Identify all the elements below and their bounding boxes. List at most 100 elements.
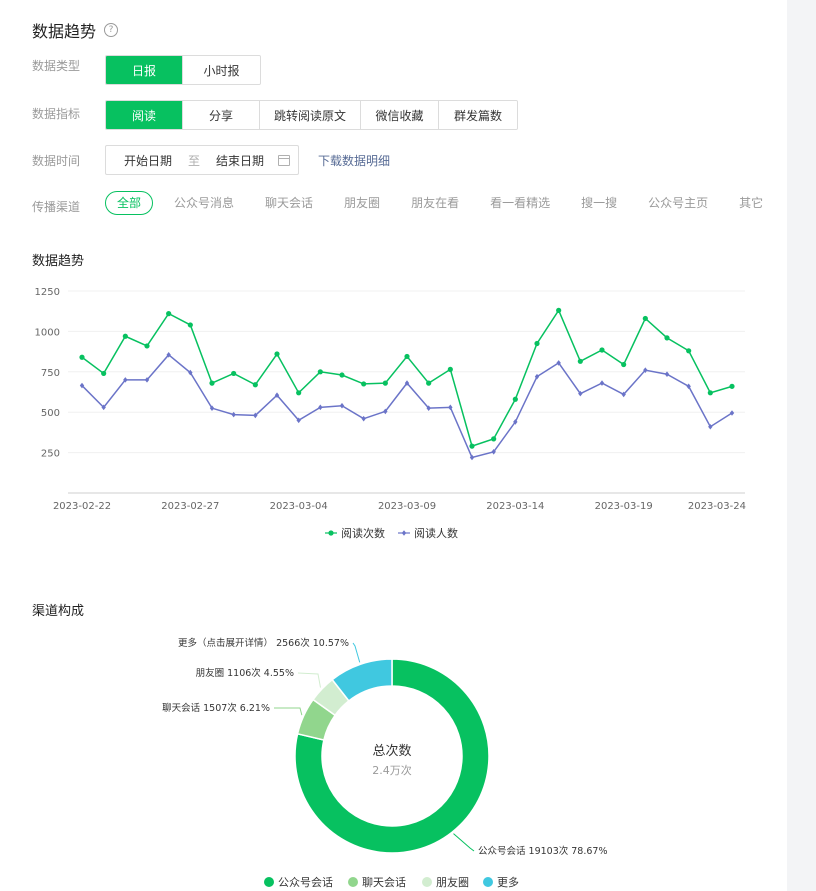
end-date-input[interactable]: 结束日期 <box>216 152 264 169</box>
legend-slice-marker <box>264 877 274 887</box>
page-header: 数据趋势 ? <box>32 18 119 42</box>
y-tick-label: 500 <box>41 408 60 419</box>
donut-leader-line <box>352 642 361 663</box>
data-type-label: 数据类型 <box>32 58 81 73</box>
reads-data-point <box>252 382 258 388</box>
channel-row: 传播渠道 全部 公众号消息 聊天会话 朋友圈 朋友在看 看一看精选 搜一搜 公众… <box>32 190 763 215</box>
question-circle-icon[interactable]: ? <box>104 23 119 37</box>
data-metric-label: 数据指标 <box>32 107 81 121</box>
reads-data-point <box>729 383 735 389</box>
reads-data-point <box>404 353 410 360</box>
reads-data-point <box>556 307 562 313</box>
readers-data-point <box>599 380 605 386</box>
legend-slice-label: 公众号会话 <box>278 876 333 889</box>
reads-data-point <box>621 361 627 368</box>
data-time-row: 数据时间 开始日期 至 结束日期 下载数据明细 <box>32 145 390 175</box>
donut-center-value: 2.4万次 <box>372 763 412 777</box>
reads-data-point <box>166 311 172 317</box>
reads-data-point <box>209 380 215 386</box>
data-type-hourly-button[interactable]: 小时报 <box>183 56 260 84</box>
reads-data-point <box>339 372 345 378</box>
legend-slice-marker <box>348 877 358 887</box>
reads-data-point <box>296 390 302 396</box>
readers-data-point <box>318 404 323 411</box>
metric-read-button[interactable]: 阅读 <box>106 101 183 129</box>
data-metric-tabs: 阅读 分享 跳转阅读原文 微信收藏 群发篇数 <box>105 100 518 130</box>
data-trend-page: 数据趋势 ? 数据类型 日报 小时报 数据指标 阅读 分享 跳转阅读原文 微信收… <box>0 0 787 891</box>
readers-data-point <box>729 410 735 416</box>
legend-slice-label: 朋友圈 <box>436 875 469 889</box>
data-time-label: 数据时间 <box>32 153 81 168</box>
legend-slice-marker <box>483 877 493 887</box>
readers-data-point <box>361 415 366 422</box>
reads-data-point <box>707 390 713 396</box>
reads-data-point <box>382 380 388 386</box>
reads-data-point <box>469 443 475 449</box>
reads-data-point <box>187 322 193 328</box>
y-tick-label: 750 <box>41 368 60 379</box>
x-tick-label: 2023-03-14 <box>486 501 544 512</box>
reads-data-point <box>447 366 453 372</box>
channel-filter-list: 全部 公众号消息 聊天会话 朋友圈 朋友在看 看一看精选 搜一搜 公众号主页 其… <box>105 190 763 215</box>
x-tick-label: 2023-03-04 <box>270 501 328 512</box>
legend-reads-label: 阅读次数 <box>341 526 385 540</box>
donut-leader-line <box>274 707 303 716</box>
trend-line-chart: 250 500 750 1000 1250 2023-02-22 2023-02-27 202… <box>35 287 746 540</box>
reads-data-point <box>101 370 107 377</box>
legend-slice-label: 更多 <box>497 875 519 889</box>
metric-original-link-button[interactable]: 跳转阅读原文 <box>260 101 361 129</box>
donut-slice-label: 朋友圈 1106次 4.55% <box>196 667 294 679</box>
page-scrollbar[interactable] <box>787 0 816 891</box>
x-tick-label: 2023-02-22 <box>53 501 111 512</box>
x-tick-label: 2023-02-27 <box>161 501 219 512</box>
y-tick-label: 250 <box>41 449 60 460</box>
channel-all[interactable]: 全部 <box>105 190 154 215</box>
reads-data-point <box>664 335 670 341</box>
reads-data-point <box>512 396 518 402</box>
reads-data-point <box>274 351 280 357</box>
legend-readers-marker <box>401 530 407 536</box>
x-tick-label: 2023-03-19 <box>595 501 653 512</box>
channel-chat[interactable]: 聊天会话 <box>265 194 313 211</box>
channel-official-message[interactable]: 公众号消息 <box>174 194 234 211</box>
channel-profile-page[interactable]: 公众号主页 <box>648 194 708 211</box>
channel-search[interactable]: 搜一搜 <box>581 194 617 211</box>
donut-leader-line <box>297 672 321 688</box>
donut-slice-label: 公众号会话 19103次 78.67% <box>478 845 607 857</box>
donut-leader-line <box>453 833 475 852</box>
y-tick-label: 1000 <box>35 327 60 338</box>
legend-reads-marker <box>328 530 334 536</box>
calendar-icon[interactable] <box>278 154 290 166</box>
reads-data-point <box>491 436 497 442</box>
reads-data-point <box>534 340 540 347</box>
legend-readers-label: 阅读人数 <box>414 526 458 540</box>
start-date-input[interactable]: 开始日期 <box>124 152 172 169</box>
channel-moments[interactable]: 朋友圈 <box>344 194 380 211</box>
metric-share-button[interactable]: 分享 <box>183 101 260 129</box>
x-tick-label: 2023-03-09 <box>378 501 436 512</box>
reads-data-point <box>686 348 692 354</box>
channel-friends-watching[interactable]: 朋友在看 <box>411 194 459 211</box>
readers-series-line <box>81 353 733 459</box>
channel-other[interactable]: 其它 <box>739 194 763 211</box>
reads-data-point <box>317 369 323 375</box>
donut-center-title: 总次数 <box>372 743 411 759</box>
metric-broadcast-count-button[interactable]: 群发篇数 <box>439 101 517 129</box>
x-tick-label: 2023-03-24 <box>688 501 746 512</box>
channel-top-stories[interactable]: 看一看精选 <box>490 194 550 211</box>
reads-data-point <box>361 381 367 387</box>
data-type-daily-button[interactable]: 日报 <box>106 56 183 84</box>
readers-data-point <box>339 402 345 409</box>
download-data-link[interactable]: 下载数据明细 <box>318 152 390 169</box>
reads-data-point <box>231 370 237 377</box>
page-title: 数据趋势 <box>32 22 97 41</box>
y-tick-label: 1250 <box>35 287 60 298</box>
reads-data-point <box>144 343 150 349</box>
metric-favorite-button[interactable]: 微信收藏 <box>361 101 439 129</box>
data-type-toggle: 日报 小时报 <box>105 55 261 85</box>
date-range-picker[interactable]: 开始日期 至 结束日期 <box>105 145 299 175</box>
legend-slice-marker <box>422 877 432 887</box>
reads-data-point <box>577 358 583 364</box>
legend-slice-label: 聊天会话 <box>362 875 406 889</box>
reads-data-point <box>599 347 605 353</box>
